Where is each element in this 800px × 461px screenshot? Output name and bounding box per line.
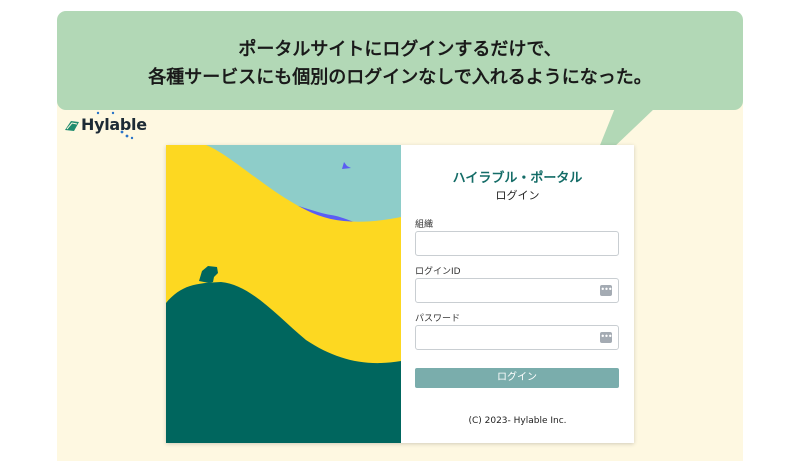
organization-label: 組織 bbox=[415, 220, 434, 230]
login-id-label: ログインID bbox=[415, 267, 461, 277]
login-id-field[interactable]: ••• bbox=[415, 278, 619, 303]
password-field[interactable]: ••• bbox=[415, 325, 619, 350]
callout-bubble: ポータルサイトにログインするだけで、 各種サービスにも個別のログインなしで入れる… bbox=[57, 11, 743, 110]
organization-field[interactable] bbox=[415, 231, 619, 256]
logo-wordmark: Hylable bbox=[81, 115, 147, 134]
login-id-input[interactable] bbox=[422, 280, 596, 303]
login-form: ハイラブル・ポータル ログイン 組織 ログインID ••• パスワード ••• … bbox=[401, 145, 634, 443]
copyright-text: (C) 2023- Hylable Inc. bbox=[468, 416, 567, 426]
portal-title: ハイラブル・ポータル bbox=[452, 171, 583, 186]
login-card: ハイラブル・ポータル ログイン 組織 ログインID ••• パスワード ••• … bbox=[166, 145, 634, 443]
organization-input[interactable] bbox=[422, 233, 596, 256]
callout-line-1: ポータルサイトにログインするだけで、 bbox=[238, 39, 562, 60]
autofill-key-icon[interactable]: ••• bbox=[600, 285, 613, 296]
login-button[interactable]: ログイン bbox=[415, 368, 619, 388]
autofill-key-icon[interactable]: ••• bbox=[600, 332, 613, 343]
landscape-illustration bbox=[166, 145, 401, 443]
callout-line-2: 各種サービスにも個別のログインなしで入れるようになった。 bbox=[148, 67, 652, 88]
password-label: パスワード bbox=[415, 314, 461, 324]
portal-subtitle: ログイン bbox=[495, 189, 540, 202]
password-input[interactable] bbox=[422, 327, 596, 350]
